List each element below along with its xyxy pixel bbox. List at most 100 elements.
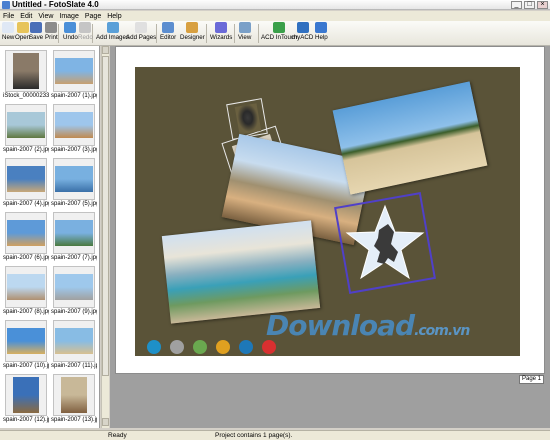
color-swatch[interactable] xyxy=(262,340,276,354)
thumbnail-frame xyxy=(53,212,95,254)
help-button[interactable]: Help xyxy=(315,22,328,45)
toolbar: New Open Save Print Undo Redo Add Images Add Pa… xyxy=(0,21,550,46)
new-button[interactable]: New xyxy=(2,22,14,45)
thumbnail-frame xyxy=(53,266,95,308)
thumbnail-caption: spain-2007 (9).jpg xyxy=(51,309,97,315)
designer-button[interactable]: Designer xyxy=(180,22,205,45)
thumbnail-caption: spain-2007 (6).jpg xyxy=(3,255,49,261)
view-button[interactable]: View xyxy=(238,22,251,45)
add-pages-icon xyxy=(135,22,148,33)
acd-intouch-icon xyxy=(273,22,286,33)
toolbar-separator xyxy=(234,24,235,43)
thumbnail-image xyxy=(55,220,93,246)
thumbnail-frame xyxy=(53,374,95,416)
thumbnail-frame xyxy=(5,158,47,200)
thumbnail-frame xyxy=(53,158,95,200)
scroll-thumb[interactable] xyxy=(102,56,109,376)
image-thumbnail[interactable]: spain-2007 (9).jpg xyxy=(51,266,97,316)
thumbnail-frame xyxy=(5,266,47,308)
toolbar-button-label: Open xyxy=(15,34,31,41)
image-thumbnail[interactable]: spain-2007 (11).jpg xyxy=(51,320,97,370)
thumbnail-image xyxy=(13,53,39,89)
color-swatch[interactable] xyxy=(193,340,207,354)
minimize-button[interactable]: _ xyxy=(511,1,522,9)
toolbar-button-label: Redo xyxy=(78,34,93,41)
color-swatch[interactable] xyxy=(170,340,184,354)
toolbar-button-label: Undo xyxy=(63,34,78,41)
toolbar-separator xyxy=(258,24,259,43)
thumbnail-image xyxy=(7,220,45,246)
toolbar-separator xyxy=(206,24,207,43)
status-ready: Ready xyxy=(108,432,127,439)
thumbnail-scrollbar[interactable] xyxy=(101,46,109,428)
color-swatch[interactable] xyxy=(239,340,253,354)
view-icon xyxy=(238,22,251,33)
image-thumbnail[interactable]: spain-2007 (13).jpg xyxy=(51,374,97,424)
thumbnail-image xyxy=(55,112,93,138)
photo-statue-star[interactable] xyxy=(344,202,426,284)
thumbnail-frame xyxy=(5,104,47,146)
toolbar-button-label: Add Images xyxy=(96,34,130,41)
app-icon xyxy=(2,1,10,9)
workspace: Download.com.vn Page 1 xyxy=(110,46,550,428)
image-thumbnail[interactable]: spain-2007 (7).jpg xyxy=(51,212,97,262)
editor-button[interactable]: Editor xyxy=(160,22,176,45)
image-thumbnail[interactable]: spain-2007 (12).jpg xyxy=(3,374,49,424)
status-bar: Ready Project contains 1 page(s). xyxy=(0,430,550,440)
image-thumbnail[interactable]: spain-2007 (3).jpg xyxy=(51,104,97,154)
thumbnail-image xyxy=(7,328,45,354)
save-button[interactable]: Save xyxy=(29,22,43,45)
new-document-icon xyxy=(2,22,15,33)
myacd-button[interactable]: myACD xyxy=(292,22,313,45)
printer-icon xyxy=(45,22,58,33)
page-label: Page 1 xyxy=(519,375,545,384)
thumbnail-image xyxy=(7,112,45,138)
thumbnail-caption: spain-2007 (13).jpg xyxy=(51,417,97,423)
image-thumbnail[interactable]: spain-2007 (10).jpg xyxy=(3,320,49,370)
close-button[interactable]: × xyxy=(537,1,548,9)
redo-arrow-icon xyxy=(79,22,92,33)
color-swatch[interactable] xyxy=(216,340,230,354)
page-canvas[interactable]: Download.com.vn xyxy=(115,46,545,374)
thumbnail-image xyxy=(13,377,39,413)
thumbnail-image xyxy=(55,166,93,192)
maximize-button[interactable]: □ xyxy=(524,1,535,9)
print-button[interactable]: Print xyxy=(45,22,58,45)
redo-button[interactable]: Redo xyxy=(78,22,93,45)
image-thumbnail[interactable]: spain-2007 (5).jpg xyxy=(51,158,97,208)
image-thumbnail[interactable]: spain-2007 (2).jpg xyxy=(3,104,49,154)
toolbar-button-label: Help xyxy=(315,34,328,41)
toolbar-button-label: View xyxy=(238,34,252,41)
add-images-button[interactable]: Add Images xyxy=(96,22,129,45)
image-thumbnail[interactable]: spain-2007 (1).jpg xyxy=(51,50,97,100)
add-images-icon xyxy=(106,22,119,33)
save-disk-icon xyxy=(30,22,43,33)
watermark-domain: .com.vn xyxy=(414,323,470,339)
thumbnail-caption: spain-2007 (7).jpg xyxy=(51,255,97,261)
thumbnail-frame xyxy=(53,104,95,146)
photo-woman-top[interactable] xyxy=(234,103,262,135)
image-thumbnail[interactable]: spain-2007 (8).jpg xyxy=(3,266,49,316)
thumbnail-frame xyxy=(5,212,47,254)
add-pages-button[interactable]: Add Pages xyxy=(126,22,156,45)
thumbnail-caption: iStock_000002334... xyxy=(3,93,49,99)
undo-button[interactable]: Undo xyxy=(63,22,78,45)
wizards-button[interactable]: Wizards xyxy=(210,22,232,45)
thumbnail-caption: spain-2007 (11).jpg xyxy=(51,363,97,369)
window-title: Untitled - FotoSlate 4.0 xyxy=(12,0,99,9)
image-thumbnail[interactable]: spain-2007 (6).jpg xyxy=(3,212,49,262)
image-thumbnail[interactable]: iStock_000002334... xyxy=(3,50,49,100)
scroll-up-arrow-icon[interactable] xyxy=(102,46,109,54)
editor-icon xyxy=(162,22,175,33)
open-button[interactable]: Open xyxy=(15,22,30,45)
scroll-down-arrow-icon[interactable] xyxy=(102,418,109,426)
toolbar-button-label: Wizards xyxy=(210,34,233,41)
color-swatch[interactable] xyxy=(147,340,161,354)
thumbnail-caption: spain-2007 (5).jpg xyxy=(51,201,97,207)
undo-arrow-icon xyxy=(64,22,77,33)
thumbnail-caption: spain-2007 (10).jpg xyxy=(3,363,49,369)
thumbnail-image xyxy=(55,328,93,354)
thumbnail-caption: spain-2007 (12).jpg xyxy=(3,417,49,423)
wizard-icon xyxy=(215,22,228,33)
image-thumbnail[interactable]: spain-2007 (4).jpg xyxy=(3,158,49,208)
